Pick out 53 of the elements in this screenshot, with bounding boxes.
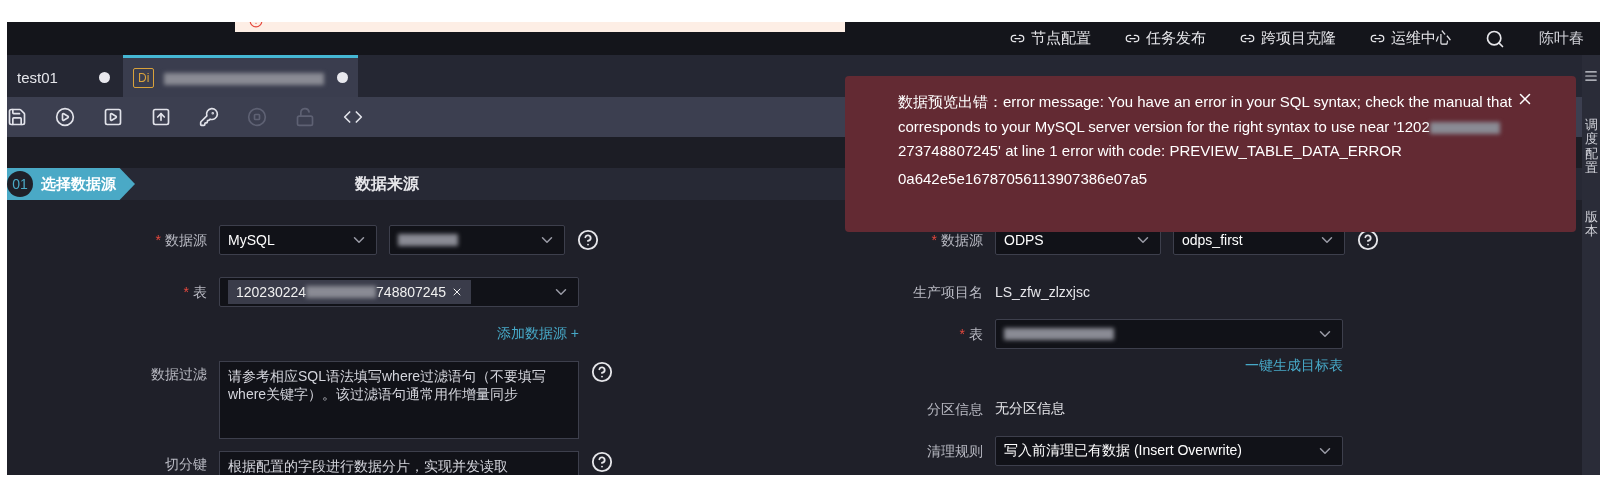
play-square-icon[interactable]: [103, 107, 123, 127]
nav-link[interactable]: 运维中心: [1370, 29, 1451, 48]
user-name[interactable]: 陈叶春: [1539, 29, 1584, 48]
help-icon[interactable]: [1357, 229, 1379, 251]
required-mark: *: [183, 284, 189, 300]
key-icon[interactable]: [199, 107, 219, 127]
error-message: 数据预览出错：error message: You have an error in your SQL syntax; check the manual that corresponds to your MySQL server version for the right syntax to use near '1202 273748807245' at line 1 error with code: PREVIEW_TABLE_DATA_ERROR: [898, 92, 1513, 161]
table-tag: 120230224 748807245: [228, 280, 472, 304]
textarea-field[interactable]: 请参考相应SQL语法填写where过滤语句（不要填写where关键字）。该过滤语句通常用作增量同步: [219, 361, 579, 439]
field-label: * 表: [182, 283, 207, 302]
field-label: 数据过滤: [150, 365, 207, 384]
field-label: 生产项目名: [912, 283, 983, 302]
section-title: 数据来源: [355, 173, 419, 194]
select-field[interactable]: 写入前清理已有数据 (Insert Overwrite): [995, 436, 1343, 466]
field-value: 无分区信息: [995, 400, 1065, 418]
required-mark: *: [959, 326, 965, 342]
multi-select-field[interactable]: 120230224 748807245: [219, 277, 579, 307]
required-mark: *: [931, 232, 937, 248]
upload-icon[interactable]: [151, 107, 171, 127]
field-label: * 数据源: [154, 231, 207, 250]
field-label: 分区信息: [926, 400, 983, 419]
field-label: * 表: [958, 325, 983, 344]
textarea-field[interactable]: 根据配置的字段进行数据分片，实现并发读取: [219, 451, 579, 475]
step-label: 选择数据源: [41, 174, 116, 194]
editor-tab[interactable]: test01: [7, 55, 120, 97]
search-icon[interactable]: [1485, 28, 1505, 49]
unsaved-dot: [337, 72, 348, 83]
menu-icon[interactable]: [1584, 69, 1598, 83]
step-number: 01: [7, 171, 33, 197]
help-icon[interactable]: [577, 229, 599, 251]
tab-badge: Di: [133, 67, 155, 88]
nav-link[interactable]: 任务发布: [1125, 29, 1206, 48]
select-field[interactable]: [389, 225, 565, 255]
field-label: 清理规则: [926, 442, 983, 461]
help-icon[interactable]: [591, 361, 613, 383]
help-icon[interactable]: [591, 451, 613, 473]
select-field[interactable]: [995, 319, 1343, 349]
editor-tab[interactable]: Di: [123, 55, 358, 97]
redacted-text: [1429, 121, 1500, 134]
select-field[interactable]: MySQL: [219, 225, 377, 255]
field-value: LS_zfw_zlzxjsc: [995, 284, 1090, 300]
nav-link[interactable]: 节点配置: [1010, 29, 1091, 48]
sidebar-tab[interactable]: 调度配置: [1584, 118, 1598, 176]
nav-link[interactable]: 跨项目克隆: [1240, 29, 1336, 48]
unsaved-dot: [99, 72, 110, 83]
request-id: 0a642e5e16787056113907386e07a5: [898, 169, 1149, 187]
save-icon[interactable]: [7, 107, 27, 127]
action-link[interactable]: 添加数据源 +: [496, 325, 579, 343]
sidebar-tab[interactable]: 版本: [1584, 210, 1598, 239]
field-label: 切分键: [164, 455, 207, 474]
required-mark: *: [155, 232, 161, 248]
play-icon[interactable]: [55, 107, 75, 127]
action-link[interactable]: 一键生成目标表: [1245, 357, 1343, 375]
